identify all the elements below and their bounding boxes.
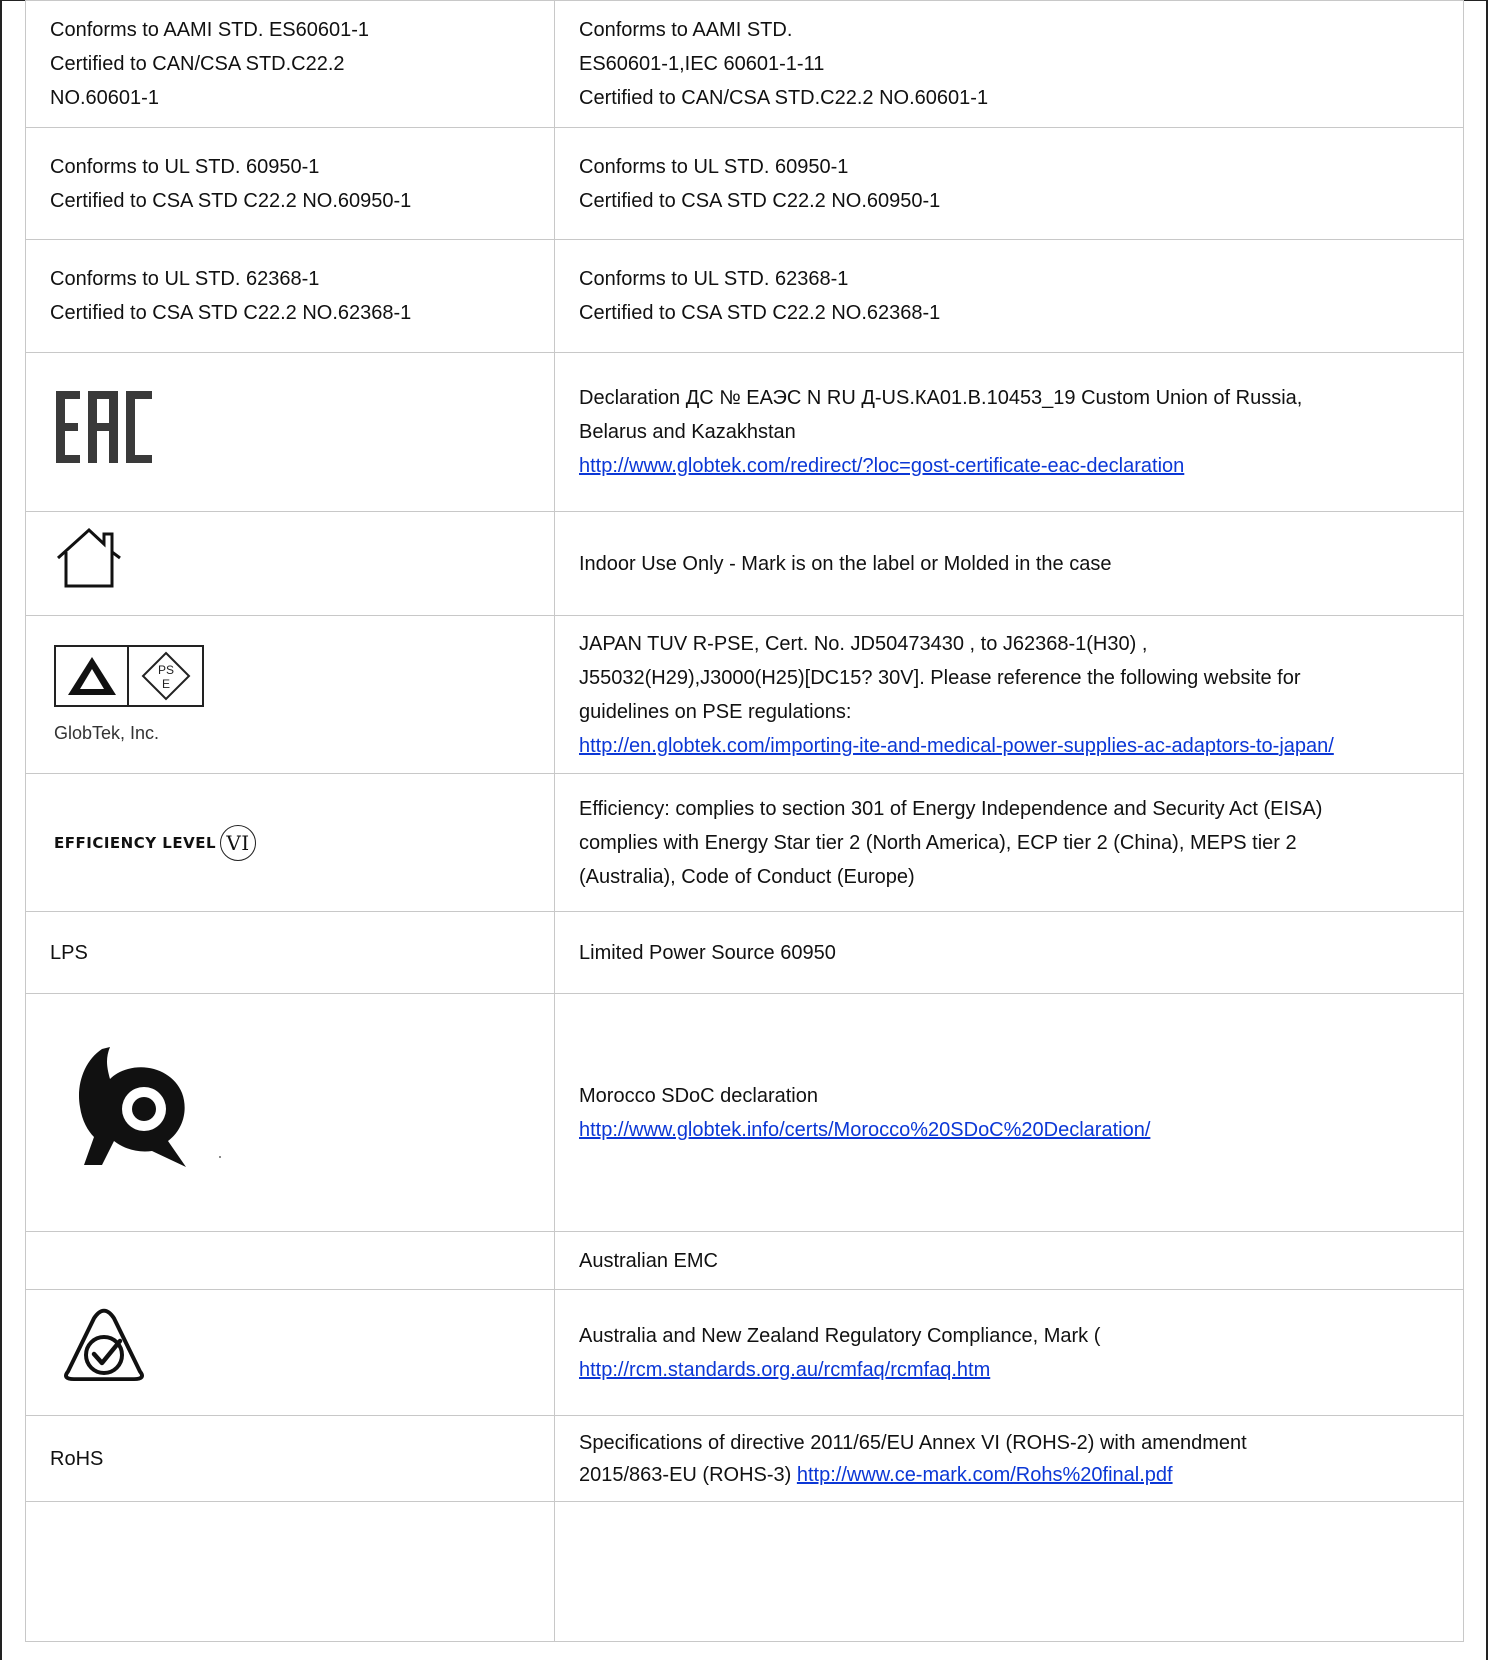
svg-text:PS: PS bbox=[158, 663, 174, 677]
cell-text: Certified to CSA STD C22.2 NO.60950-1 bbox=[579, 189, 941, 212]
efficiency-level-numeral: VI bbox=[220, 824, 257, 861]
table-cell-right: Conforms to UL STD. 60950-1 Certified to… bbox=[554, 127, 1464, 240]
table-cell-right: Australia and New Zealand Regulatory Com… bbox=[554, 1289, 1464, 1416]
table-cell-right: Specifications of directive 2011/65/EU A… bbox=[554, 1415, 1464, 1502]
table-cell-left: LPS bbox=[25, 911, 555, 994]
cell-text: Certified to CSA STD C22.2 NO.62368-1 bbox=[50, 302, 412, 324]
pse-caption: GlobTek, Inc. bbox=[54, 723, 160, 743]
table-cell-right bbox=[554, 1501, 1464, 1642]
table-cell-left: Conforms to AAMI STD. ES60601-1 Certifie… bbox=[25, 0, 555, 128]
table-row: Conforms to UL STD. 62368-1 Certified to… bbox=[25, 239, 1464, 353]
table-row: Morocco SDoC declaration http://www.glob… bbox=[25, 993, 1464, 1232]
table-row bbox=[25, 1501, 1464, 1642]
table-cell-left bbox=[25, 352, 555, 512]
cell-text: Declaration ДС № ЕАЭС N RU Д-US.КА01.В.1… bbox=[579, 387, 1303, 409]
cell-text: Certified to CAN/CSA STD.C22.2 bbox=[50, 53, 345, 75]
table-cell-right: Declaration ДС № ЕАЭС N RU Д-US.КА01.В.1… bbox=[554, 352, 1464, 512]
table-cell-right: Australian EMC bbox=[554, 1231, 1464, 1290]
cell-text: Conforms to AAMI STD. ES60601-1 bbox=[50, 19, 370, 41]
cell-text: Belarus and Kazakhstan bbox=[579, 421, 796, 443]
table-cell-right: Indoor Use Only - Mark is on the label o… bbox=[554, 511, 1464, 616]
rcm-mark-icon bbox=[64, 1308, 144, 1382]
cell-text: Morocco SDoC declaration bbox=[579, 1084, 818, 1107]
table-cell-left bbox=[25, 993, 555, 1232]
morocco-cmim-mark-icon bbox=[78, 1047, 221, 1167]
table-cell-right: JAPAN TUV R-PSE, Cert. No. JD50473430 , … bbox=[554, 615, 1464, 774]
cell-text: complies with Energy Star tier 2 (North … bbox=[579, 831, 1297, 854]
cell-text: Certified to CSA STD C22.2 NO.62368-1 bbox=[579, 302, 941, 324]
efficiency-level-mark: EFFICIENCY LEVEL VI bbox=[54, 824, 257, 861]
cell-text: Limited Power Source 60950 bbox=[579, 941, 836, 964]
cell-text: RoHS bbox=[50, 1447, 104, 1470]
morocco-sdoc-link[interactable]: http://www.globtek.info/certs/Morocco%20… bbox=[579, 1119, 1150, 1141]
table-cell-left bbox=[25, 511, 555, 616]
table-cell-left bbox=[25, 1289, 555, 1416]
table-row: LPS Limited Power Source 60950 bbox=[25, 911, 1464, 994]
table-row: Indoor Use Only - Mark is on the label o… bbox=[25, 511, 1464, 616]
cell-text: Australian EMC bbox=[579, 1249, 718, 1272]
table-cell-left: EFFICIENCY LEVEL VI bbox=[25, 773, 555, 912]
table-cell-left: RoHS bbox=[25, 1415, 555, 1502]
table-row: Declaration ДС № ЕАЭС N RU Д-US.КА01.В.1… bbox=[25, 352, 1464, 512]
eac-declaration-link[interactable]: http://www.globtek.com/redirect/?loc=gos… bbox=[579, 455, 1184, 477]
eac-mark-icon bbox=[56, 390, 152, 463]
table-cell-right: Morocco SDoC declaration http://www.glob… bbox=[554, 993, 1464, 1232]
cell-text: Conforms to UL STD. 60950-1 bbox=[50, 155, 320, 178]
pse-mark-icon: PS E bbox=[54, 645, 204, 707]
cell-text: LPS bbox=[50, 941, 88, 964]
cell-text: NO.60601-1 bbox=[50, 87, 159, 109]
rohs-pdf-link[interactable]: http://www.ce-mark.com/Rohs%20final.pdf bbox=[797, 1464, 1173, 1486]
table-row: EFFICIENCY LEVEL VI Efficiency: complies… bbox=[25, 773, 1464, 912]
cell-text: Specifications of directive 2011/65/EU A… bbox=[579, 1431, 1247, 1454]
cell-text: (Australia), Code of Conduct (Europe) bbox=[579, 865, 915, 888]
table-cell-right: Conforms to AAMI STD. ES60601-1,IEC 6060… bbox=[554, 0, 1464, 128]
cell-text: Conforms to UL STD. 62368-1 bbox=[50, 268, 320, 290]
table-row: RoHS Specifications of directive 2011/65… bbox=[25, 1415, 1464, 1502]
cell-text: Conforms to AAMI STD. bbox=[579, 19, 793, 41]
cell-text: Certified to CSA STD C22.2 NO.60950-1 bbox=[50, 189, 412, 212]
cell-text: Indoor Use Only - Mark is on the label o… bbox=[579, 552, 1112, 575]
svg-text:E: E bbox=[162, 677, 170, 691]
table-cell-left: PS E GlobTek, Inc. bbox=[25, 615, 555, 774]
table-cell-left: Conforms to UL STD. 60950-1 Certified to… bbox=[25, 127, 555, 240]
cell-text: Australia and New Zealand Regulatory Com… bbox=[579, 1324, 1101, 1347]
table-row: Australia and New Zealand Regulatory Com… bbox=[25, 1289, 1464, 1416]
cell-text: ES60601-1,IEC 60601-1-11 bbox=[579, 53, 825, 75]
table-row: Conforms to UL STD. 60950-1 Certified to… bbox=[25, 127, 1464, 240]
cell-text: Conforms to UL STD. 62368-1 bbox=[579, 268, 849, 290]
table-row: PS E GlobTek, Inc. JAPAN TUV R-PSE, Cert… bbox=[25, 615, 1464, 774]
table-cell-left: Conforms to UL STD. 62368-1 Certified to… bbox=[25, 239, 555, 353]
cell-text: J55032(H29),J3000(H25)[DC15? 30V]. Pleas… bbox=[579, 666, 1301, 689]
cell-text: JAPAN TUV R-PSE, Cert. No. JD50473430 , … bbox=[579, 632, 1148, 655]
table-row: Conforms to AAMI STD. ES60601-1 Certifie… bbox=[25, 0, 1464, 128]
pse-japan-link[interactable]: http://en.globtek.com/importing-ite-and-… bbox=[579, 735, 1334, 757]
table-cell-left bbox=[25, 1231, 555, 1290]
table-cell-right: Conforms to UL STD. 62368-1 Certified to… bbox=[554, 239, 1464, 353]
house-icon bbox=[56, 527, 121, 588]
cell-text: guidelines on PSE regulations: bbox=[579, 700, 852, 723]
cell-text: Certified to CAN/CSA STD.C22.2 NO.60601-… bbox=[579, 87, 989, 109]
table-cell-left bbox=[25, 1501, 555, 1642]
certifications-table: Conforms to AAMI STD. ES60601-1 Certifie… bbox=[25, 0, 1464, 1642]
rcm-faq-link[interactable]: http://rcm.standards.org.au/rcmfaq/rcmfa… bbox=[579, 1359, 990, 1381]
table-row: Australian EMC bbox=[25, 1231, 1464, 1290]
cell-text: 2015/863-EU (ROHS-3) bbox=[579, 1463, 792, 1486]
table-cell-right: Limited Power Source 60950 bbox=[554, 911, 1464, 994]
efficiency-level-text: EFFICIENCY LEVEL bbox=[54, 833, 217, 852]
cell-text: Efficiency: complies to section 301 of E… bbox=[579, 797, 1323, 820]
table-cell-right: Efficiency: complies to section 301 of E… bbox=[554, 773, 1464, 912]
cell-text: Conforms to UL STD. 60950-1 bbox=[579, 155, 849, 178]
